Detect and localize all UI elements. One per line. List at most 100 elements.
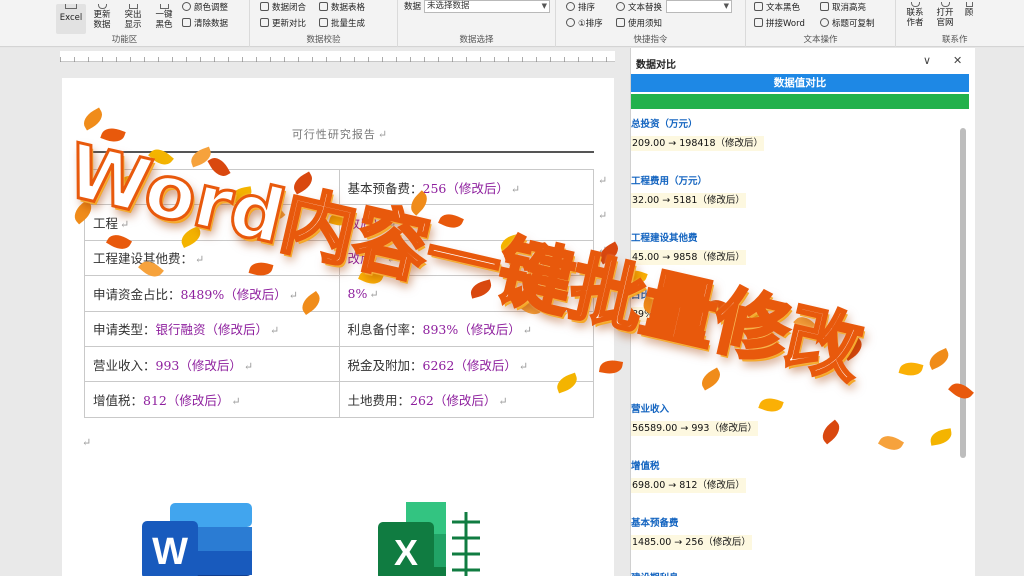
close-icon[interactable]: ✕ — [953, 54, 962, 67]
one-key-black-button[interactable]: 一键黑色 — [152, 4, 176, 30]
ribbon-group-select: 数据 未选择数据 ▼ 数据选择 — [398, 0, 556, 47]
row-end-mark: ↵ — [598, 174, 608, 187]
document-page[interactable]: 可行性研究报告 ↵ ↵ 基本预备费：256（修改后） ↵ 工程 ↵ 改后） ↵ 工程建设其他费：… — [62, 78, 614, 576]
table-cell[interactable]: 8% ↵ — [338, 275, 594, 312]
ruler-ticks — [60, 57, 615, 62]
cell-value: 812（修改后） — [143, 393, 230, 409]
paragraph-mark: ↵ — [243, 359, 254, 373]
cell-value: 改后） — [347, 216, 386, 232]
highlight-button[interactable]: 突出显示 — [121, 4, 145, 30]
open-official-button[interactable]: 打开官网 — [934, 2, 956, 28]
grid-icon — [319, 2, 328, 11]
clear-data-button[interactable]: 清除数据 — [182, 18, 228, 29]
paragraph-mark: ↵ — [231, 395, 241, 409]
compare-entry-value: 1485.00 → 256（修改后） — [631, 535, 752, 550]
table-cell[interactable]: ↵ — [84, 168, 340, 206]
table-cell[interactable]: 工程建设其他费： ↵ — [84, 239, 340, 277]
compare-entry: 占比 89%（修改后） — [631, 289, 951, 322]
color-adjust-button[interactable]: 颜色调整 — [182, 2, 228, 13]
window-right-strip — [975, 48, 1024, 576]
chevron-down-icon[interactable]: ∨ — [923, 54, 931, 67]
cell-value: 893%（修改后） — [422, 322, 521, 338]
shortcut-dropdown[interactable]: ▼ — [666, 0, 732, 13]
group-label-check: 数据校验 — [306, 35, 341, 45]
table-cell[interactable]: 营业收入：993（修改后） ↵ — [84, 345, 340, 383]
black-text-icon — [159, 4, 169, 9]
ribbon-group-function: Excel 更新数据 突出显示 一键黑色 颜色调整 清除数据 功能区 — [0, 0, 250, 47]
gear-icon — [566, 18, 575, 27]
scrollbar[interactable] — [960, 128, 966, 458]
compare-entry: 建设期利息 — [631, 572, 951, 576]
extra-button[interactable]: 顾 — [962, 2, 976, 18]
compare-entry-value: 32.00 → 5181（修改后） — [631, 193, 746, 208]
excel-logo: X — [378, 502, 486, 576]
compare-entry-label: 建设期利息 — [631, 572, 951, 576]
merge-icon — [754, 18, 763, 27]
data-select-dropdown[interactable]: 未选择数据 ▼ — [424, 0, 550, 13]
user-icon — [910, 2, 920, 7]
compare-entry: 工程费用（万元） 32.00 → 5181（修改后） — [631, 175, 951, 208]
notice-icon — [616, 18, 625, 27]
palette-icon — [182, 2, 191, 11]
group-label-contact: 联系作 — [942, 35, 968, 45]
table-cell[interactable]: 改后） ↵ — [338, 204, 594, 241]
table-row: 申请资金占比：8489%（修改后） ↵ 8% ↵ — [84, 275, 594, 312]
use-notice-button[interactable]: 使用须知 — [616, 18, 662, 29]
title-copy-button[interactable]: 标题可复制 — [820, 18, 875, 29]
update-data-button[interactable]: 更新数据 — [90, 4, 114, 30]
paragraph-mark: ↵ — [82, 436, 92, 449]
extra-icon — [965, 2, 973, 7]
app-window: Excel 更新数据 突出显示 一键黑色 颜色调整 清除数据 功能区 数据闭合 … — [0, 0, 1024, 576]
data-close-button[interactable]: 数据闭合 — [260, 2, 306, 13]
excel-button[interactable]: Excel — [56, 4, 86, 34]
compare-banner-button[interactable]: 数据值对比 — [631, 74, 969, 92]
text-replace-button[interactable]: 文本替换 — [616, 2, 662, 13]
compare-entry-value: 89%（修改后） — [631, 307, 702, 322]
row-end-mark: ↵ — [598, 209, 608, 222]
sort-button[interactable]: 排序 — [566, 2, 595, 13]
header-rule — [86, 151, 594, 153]
table-cell[interactable]: 改后） ↵ — [338, 239, 594, 277]
paragraph-mark: ↵ — [377, 128, 389, 141]
sort1-button[interactable]: ①排序 — [566, 18, 603, 29]
text-black-button[interactable]: 文本黑色 — [754, 2, 800, 13]
paragraph-mark: ↵ — [270, 324, 280, 338]
update-compare-button[interactable]: 更新对比 — [260, 18, 306, 29]
paragraph-mark: ↵ — [95, 181, 105, 195]
cell-label: 申请类型： — [93, 322, 156, 338]
table-cell[interactable]: 工程 ↵ — [84, 204, 340, 241]
ribbon-group-check: 数据闭合 更新对比 数据表格 批量生成 数据校验 — [250, 0, 398, 47]
cell-label: 土地费用： — [347, 393, 411, 409]
data-table-button[interactable]: 数据表格 — [319, 2, 365, 13]
compare-entry-label: 工程费用（万元） — [631, 176, 708, 187]
ribbon-group-text: 文本黑色 拼接Word 取消高亮 标题可复制 文本操作 — [746, 0, 896, 47]
concat-word-button[interactable]: 拼接Word — [754, 18, 805, 29]
status-bar — [631, 94, 969, 109]
eraser-icon — [820, 2, 829, 11]
table-cell[interactable]: 利息备付率：893%（修改后） ↵ — [338, 310, 594, 347]
table-row: 申请类型：银行融资（修改后） ↵ 利息备付率：893%（修改后） ↵ — [84, 310, 594, 347]
row-end-mark: ↵ — [598, 244, 608, 257]
data-select-label: 数据 — [404, 2, 422, 12]
compare-entry-value: 45.00 → 9858（修改后） — [631, 250, 746, 265]
table-cell[interactable]: 增值税：812（修改后） ↵ — [84, 381, 340, 418]
chevron-down-icon: ▼ — [541, 2, 547, 10]
compare-entry-label: 总投资（万元） — [631, 119, 698, 130]
compare-entry: 营业收入 56589.00 → 993（修改后） — [631, 403, 951, 436]
table-cell[interactable]: 申请资金占比：8489%（修改后） ↵ — [84, 275, 340, 312]
table-cell[interactable]: 税金及附加：6262（修改后） ↵ — [338, 345, 594, 383]
table-cell[interactable]: 土地费用：262（修改后） ↵ — [338, 381, 594, 418]
compare-entry: 基本预备费 1485.00 → 256（修改后） — [631, 517, 951, 550]
group-label-function: 功能区 — [111, 35, 138, 45]
compare-entry: 增值税 698.00 → 812（修改后） — [631, 460, 951, 493]
contact-author-button[interactable]: 联系作者 — [904, 2, 926, 28]
table-cell[interactable]: 基本预备费：256（修改后） ↵ — [338, 168, 594, 206]
gear-icon — [566, 2, 575, 11]
cancel-highlight-button[interactable]: 取消高亮 — [820, 2, 866, 13]
paragraph-mark: ↵ — [120, 218, 130, 232]
excel-icon — [65, 4, 77, 9]
gear-icon — [820, 18, 829, 27]
cell-value: 262（修改后） — [410, 393, 497, 409]
table-cell[interactable]: 申请类型：银行融资（修改后） ↵ — [84, 310, 340, 347]
batch-generate-button[interactable]: 批量生成 — [319, 18, 365, 29]
